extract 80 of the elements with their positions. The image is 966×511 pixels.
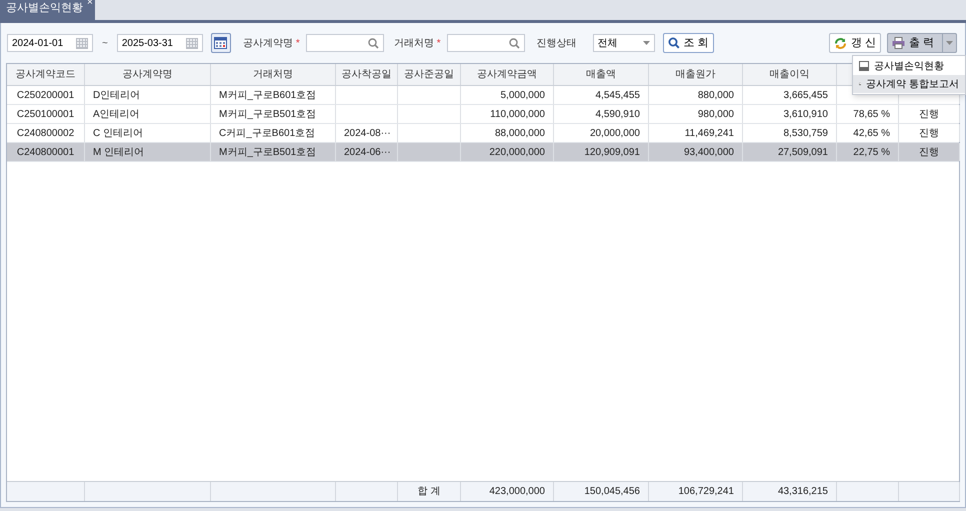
table-cell-text: M 인테리어 (93, 146, 144, 160)
table-cell-text: 93,400,000 (684, 146, 734, 160)
table-cell-text: C240800002 (16, 126, 74, 140)
table-cell-text: C커피_구로B601호점 (219, 126, 316, 140)
total-label: 합 계 (418, 485, 440, 499)
table-cell-text: 20,000,000 (590, 126, 640, 140)
caret-icon (642, 41, 650, 45)
table-cell-text: 진행 (919, 108, 939, 122)
table-cell-text: 5,000,000 (500, 88, 545, 102)
column-header[interactable]: 매출액 (554, 64, 649, 85)
search-button[interactable]: 조 회 (662, 33, 714, 53)
total-cell-text: 150,045,456 (584, 485, 640, 499)
search-icon[interactable] (368, 38, 379, 48)
table-cell-text: 120,909,091 (584, 146, 640, 160)
table-cell-text: A인테리어 (93, 108, 140, 122)
table-cell-text: 2024-08··· (344, 126, 391, 140)
table-cell-text: 88,000,000 (494, 126, 545, 140)
search-field[interactable] (306, 34, 384, 52)
table-cell-text: M커피_구로B501호점 (219, 146, 316, 160)
calendar-icon[interactable] (186, 38, 198, 48)
table-cell-text: 3,665,455 (784, 88, 828, 102)
table-cell-text: 11,469,241 (684, 126, 734, 140)
refresh-button[interactable]: 갱 신 (828, 33, 881, 53)
range-separator: ~ (101, 36, 109, 50)
total-cell-text: 106,729,241 (678, 485, 734, 499)
printer-icon (892, 37, 905, 49)
column-header[interactable]: 공사계약금액 (461, 64, 554, 85)
calendar-icon[interactable] (76, 38, 88, 48)
table-cell-text: 220,000,000 (489, 146, 545, 160)
table-row[interactable]: C240800001 M 인테리어 M커피_구로B501호점 2024-06··· 220,000,000 120,909,091 93,400,000 27,509,091 22,75 % 진행 (7, 143, 959, 162)
date-field[interactable]: 2024-01-01 (7, 34, 93, 52)
field-label: 거래처명 (394, 36, 434, 50)
total-cell-text: 43,316,215 (778, 485, 828, 499)
date-field[interactable]: 2025-03-31 (116, 34, 203, 52)
table-cell-text: D인테리어 (93, 88, 140, 102)
table-cell-text: 진행 (919, 146, 939, 160)
table-cell-text: C 인테리어 (93, 126, 143, 140)
caret-icon (946, 41, 953, 45)
column-header[interactable]: 공사계약코드 (7, 64, 85, 85)
tab-label: 공사별손익현황 (6, 1, 83, 16)
required-mark: * (296, 36, 300, 50)
calendar-button[interactable] (210, 33, 231, 53)
table-cell-text: 2024-06··· (344, 146, 391, 160)
table-cell-text: M커피_구로B501호점 (219, 108, 316, 122)
table-row[interactable]: C240800002 C 인테리어 C커피_구로B601호점 2024-08··· 88,000,000 20,000,000 11,469,241 8,530,759 42,65 % 진행 (7, 124, 959, 143)
total-cell-text: 423,000,000 (489, 485, 545, 499)
table-cell-text: 880,000 (698, 88, 734, 102)
search-field[interactable] (446, 34, 525, 52)
table-cell-text: 78,65 % (853, 108, 890, 122)
print-button[interactable]: 출 력 (886, 33, 957, 53)
table-cell-text: 4,590,910 (596, 108, 640, 122)
table-row[interactable]: C250100001 A인테리어 M커피_구로B501호점 110,000,000 4,590,910 980,000 3,610,910 78,65 % 진행 (7, 105, 959, 124)
field-label: 공사계약명 (242, 36, 293, 50)
table-cell-text: 3,610,910 (784, 108, 828, 122)
column-header[interactable]: 거래처명 (211, 64, 336, 85)
column-header[interactable]: 공사계약명 (85, 64, 211, 85)
menu-item[interactable]: 공사계약 통합보고서 (853, 75, 965, 93)
table-cell-text: C250200001 (16, 88, 74, 102)
table-cell-text: 진행 (919, 126, 939, 140)
column-header[interactable]: 공사준공일 (398, 64, 461, 85)
table-cell-text: C250100001 (16, 108, 74, 122)
table-cell-text: 22,75 % (853, 146, 890, 160)
table-cell-text: 4,545,455 (596, 88, 640, 102)
table-cell-text: 980,000 (698, 108, 734, 122)
field-label: 진행상태 (536, 36, 577, 50)
table-cell-text: C240800001 (16, 146, 74, 160)
refresh-icon (834, 36, 847, 50)
column-header[interactable]: 공사착공일 (336, 64, 398, 85)
table-cell-text: M커피_구로B601호점 (219, 88, 316, 102)
required-mark: * (436, 36, 441, 50)
menu-item[interactable]: 공사별손익현황 (853, 57, 965, 75)
search-icon (668, 37, 680, 49)
column-header[interactable]: 매출이익 (743, 64, 837, 85)
search-icon[interactable] (508, 38, 520, 48)
column-header[interactable]: 매출원가 (649, 64, 743, 85)
table-cell-text: 27,509,091 (778, 146, 828, 160)
status-dropdown[interactable]: 전체 (592, 34, 655, 52)
table-cell-text: 110,000,000 (490, 108, 545, 122)
table-cell-text: 8,530,759 (784, 126, 828, 140)
table-cell-text: 42,65 % (853, 126, 890, 140)
